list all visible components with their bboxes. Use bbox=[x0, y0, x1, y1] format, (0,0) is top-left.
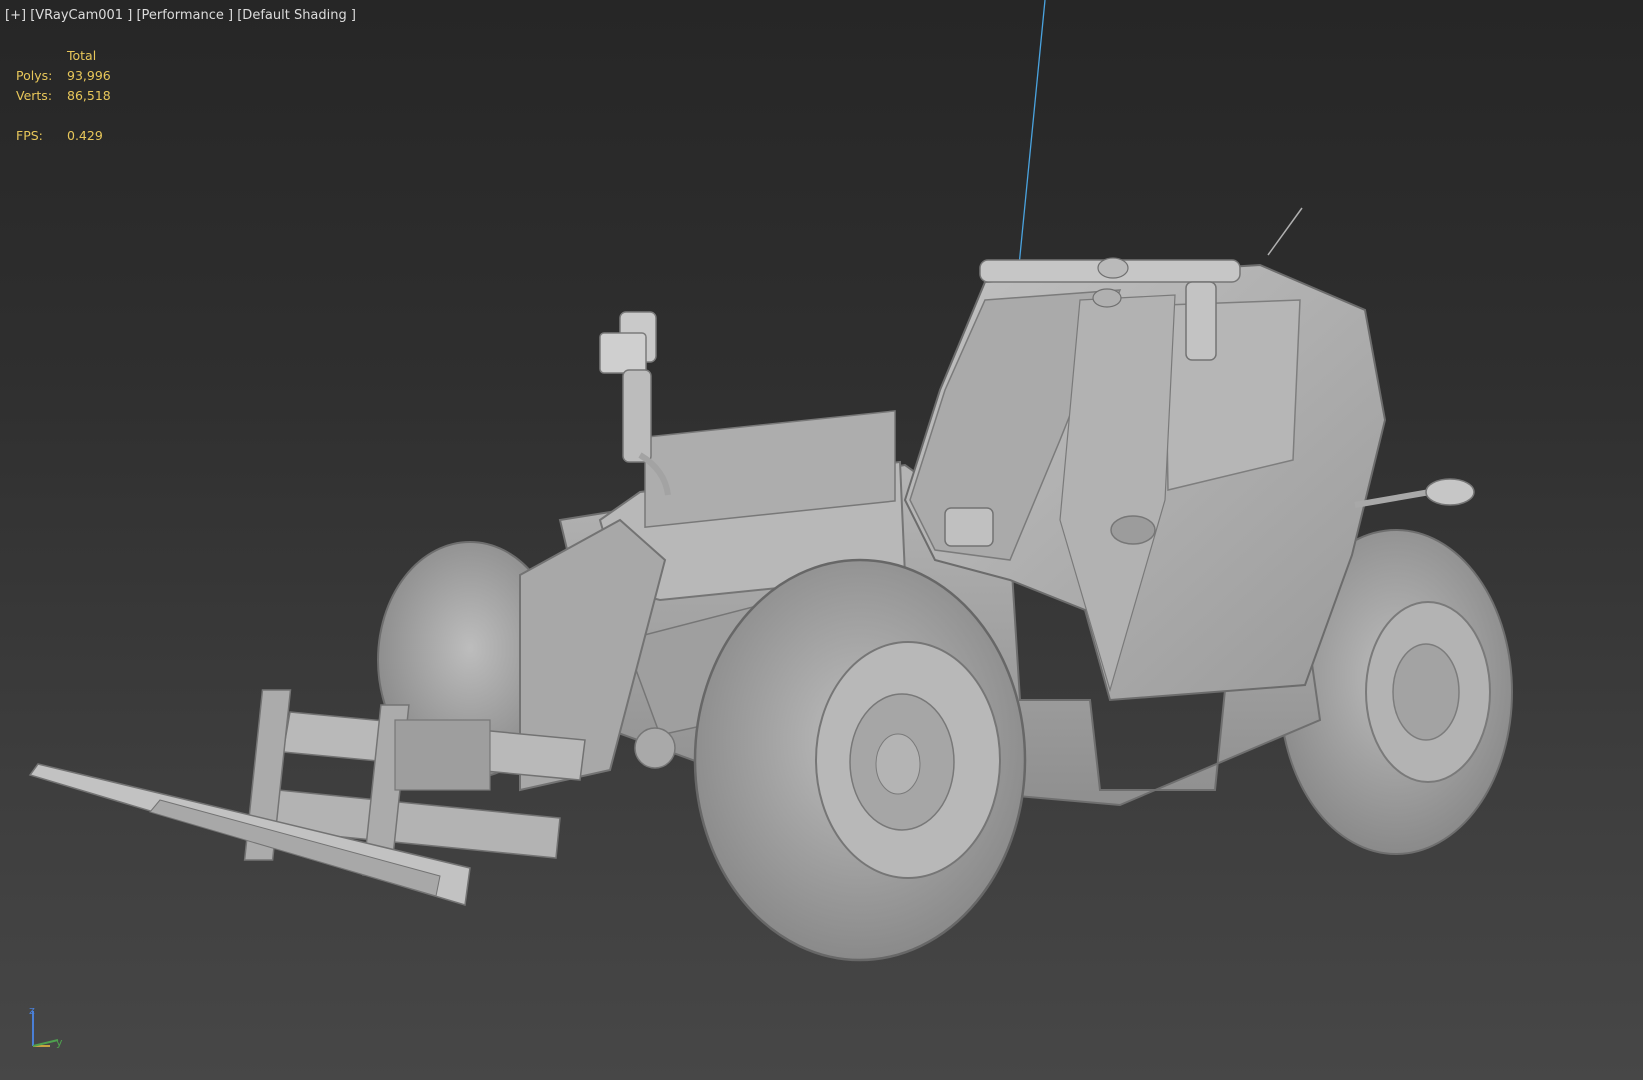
axis-z-label: z bbox=[29, 1004, 35, 1017]
axis-y-label: y bbox=[56, 1036, 63, 1049]
axis-gizmo bbox=[32, 1011, 59, 1047]
